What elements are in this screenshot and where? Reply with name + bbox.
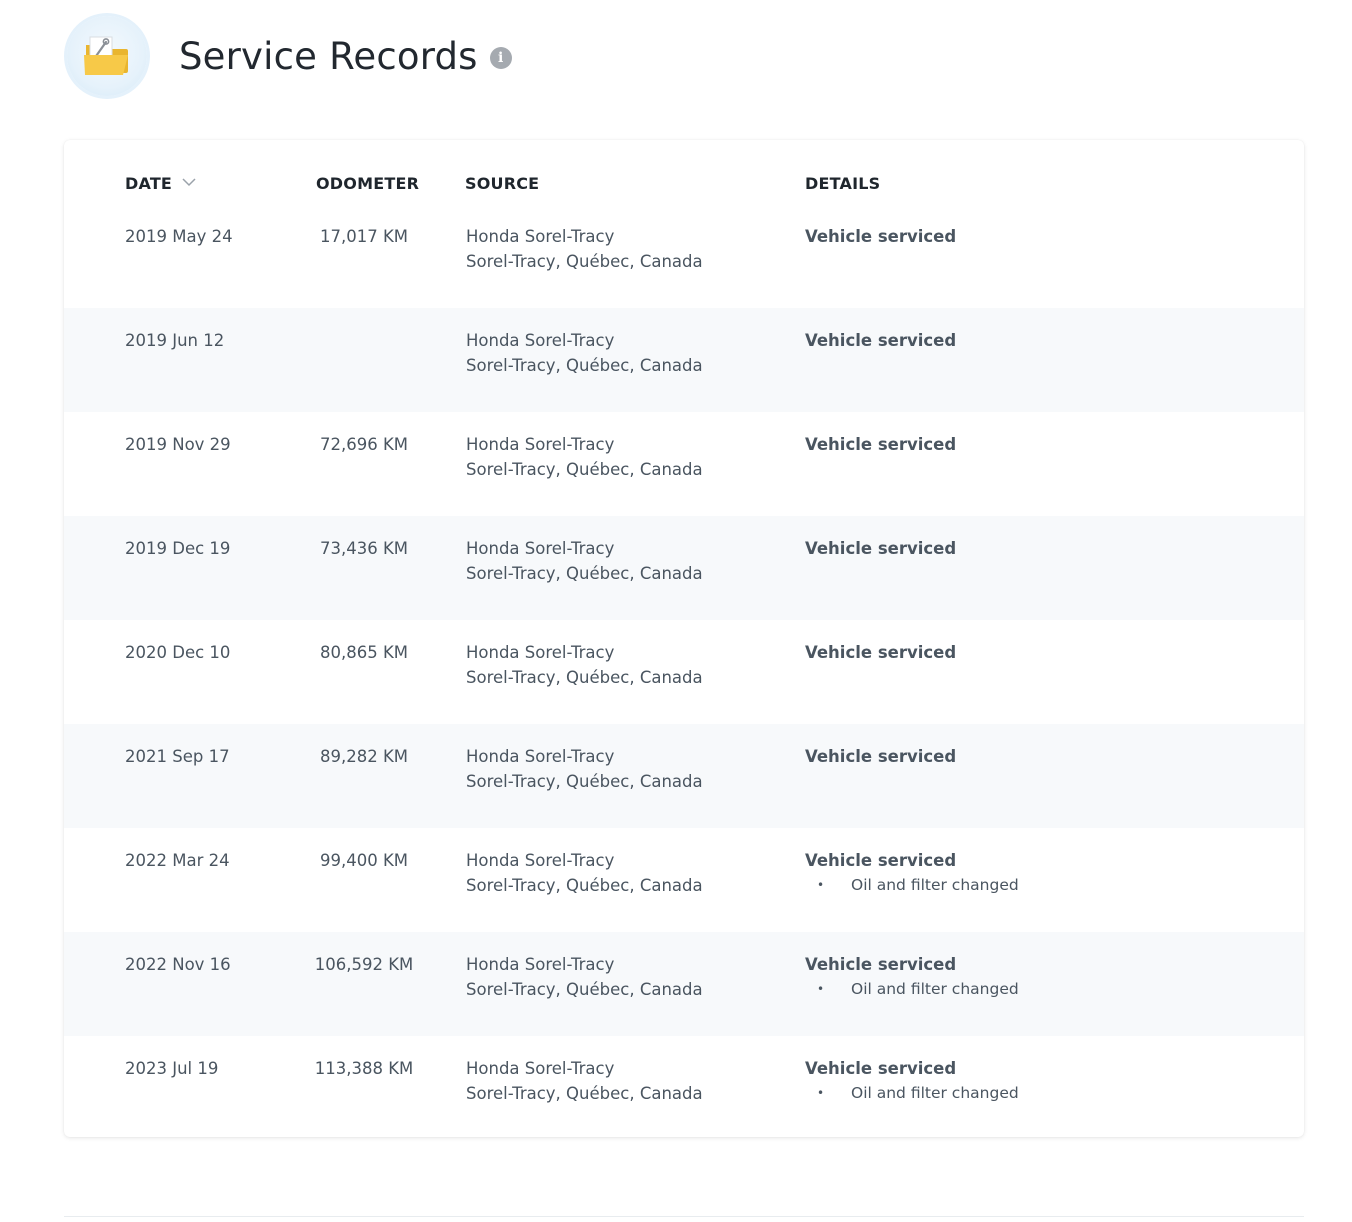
row-date: 2019 Dec 19 [125,539,231,558]
row-odometer: 72,696 KM [319,435,409,454]
row-date: 2023 Jul 19 [125,1059,219,1078]
row-source: Honda Sorel-Tracy Sorel-Tracy, Québec, Ca… [466,848,703,898]
row-date: 2021 Sep 17 [125,747,230,766]
table-row: 2019 Jun 12 Honda Sorel-Tracy Sorel-Tracy,… [64,308,1304,412]
column-header-details: DETAILS [805,174,881,193]
detail-item: • Oil and filter changed [805,1081,1019,1105]
row-odometer: 80,865 KM [319,643,409,662]
source-name: Honda Sorel-Tracy [466,227,615,246]
table-row: 2023 Jul 19 113,388 KM Honda Sorel-Tracy So… [64,1036,1304,1137]
folder-wrench-icon [67,16,147,96]
source-location: Sorel-Tracy, Québec, Canada [466,980,703,999]
detail-item-text: Oil and filter changed [851,876,1019,894]
row-source: Honda Sorel-Tracy Sorel-Tracy, Québec, Ca… [466,328,703,378]
detail-title: Vehicle serviced [805,851,957,870]
source-location: Sorel-Tracy, Québec, Canada [466,252,703,271]
bullet-icon: • [817,982,825,996]
detail-item-text: Oil and filter changed [851,980,1019,998]
info-icon[interactable]: i [489,47,512,69]
table-row: 2019 Dec 19 73,436 KM Honda Sorel-Tracy Sor… [64,516,1304,620]
detail-title: Vehicle serviced [805,331,957,350]
divider [64,1216,1304,1217]
row-source: Honda Sorel-Tracy Sorel-Tracy, Québec, Ca… [466,640,703,690]
source-name: Honda Sorel-Tracy [466,643,615,662]
row-date: 2022 Mar 24 [125,851,230,870]
detail-title: Vehicle serviced [805,435,957,454]
row-details: Vehicle serviced [805,744,956,769]
row-details: Vehicle serviced [805,536,956,561]
row-odometer: 113,388 KM [314,1059,414,1078]
row-odometer: 73,436 KM [319,539,409,558]
row-details: Vehicle serviced [805,224,956,249]
bullet-icon: • [817,1086,825,1100]
row-details: Vehicle serviced • Oil and filter changed [805,1056,1019,1105]
source-name: Honda Sorel-Tracy [466,955,615,974]
row-odometer: 106,592 KM [314,955,414,974]
row-source: Honda Sorel-Tracy Sorel-Tracy, Québec, Ca… [466,1056,703,1106]
column-header-date-label: DATE [125,174,173,193]
row-source: Honda Sorel-Tracy Sorel-Tracy, Québec, Ca… [466,536,703,586]
section-header: Service Records i [67,16,512,96]
source-location: Sorel-Tracy, Québec, Canada [466,668,703,687]
row-source: Honda Sorel-Tracy Sorel-Tracy, Québec, Ca… [466,224,703,274]
table-row: 2020 Dec 10 80,865 KM Honda Sorel-Tracy Sor… [64,620,1304,724]
detail-item: • Oil and filter changed [805,873,1019,897]
source-name: Honda Sorel-Tracy [466,539,615,558]
source-name: Honda Sorel-Tracy [466,851,615,870]
row-date: 2019 Jun 12 [125,331,225,350]
detail-title: Vehicle serviced [805,643,957,662]
bullet-icon: • [817,878,825,892]
row-source: Honda Sorel-Tracy Sorel-Tracy, Québec, Ca… [466,952,703,1002]
row-date: 2019 Nov 29 [125,435,231,454]
column-header-odometer: ODOMETER [316,174,420,193]
source-name: Honda Sorel-Tracy [466,747,615,766]
source-location: Sorel-Tracy, Québec, Canada [466,460,703,479]
row-details: Vehicle serviced • Oil and filter changed [805,848,1019,897]
row-source: Honda Sorel-Tracy Sorel-Tracy, Québec, Ca… [466,432,703,482]
source-location: Sorel-Tracy, Québec, Canada [466,772,703,791]
source-location: Sorel-Tracy, Québec, Canada [466,876,703,895]
detail-title: Vehicle serviced [805,539,957,558]
row-source: Honda Sorel-Tracy Sorel-Tracy, Québec, Ca… [466,744,703,794]
table-header: DATE ODOMETER SOURCE DETAILS [64,140,1304,204]
row-odometer: 99,400 KM [319,851,409,870]
detail-title: Vehicle serviced [805,747,957,766]
source-location: Sorel-Tracy, Québec, Canada [466,564,703,583]
table-row: 2019 May 24 17,017 KM Honda Sorel-Tracy Sor… [64,204,1304,308]
row-details: Vehicle serviced • Oil and filter changed [805,952,1019,1001]
source-name: Honda Sorel-Tracy [466,331,615,350]
row-details: Vehicle serviced [805,432,956,457]
row-details: Vehicle serviced [805,328,956,353]
row-date: 2022 Nov 16 [125,955,231,974]
column-header-source: SOURCE [465,174,540,193]
source-name: Honda Sorel-Tracy [466,435,615,454]
source-name: Honda Sorel-Tracy [466,1059,615,1078]
table-row: 2021 Sep 17 89,282 KM Honda Sorel-Tracy Sor… [64,724,1304,828]
detail-title: Vehicle serviced [805,1059,957,1078]
detail-title: Vehicle serviced [805,227,957,246]
table-row: 2022 Mar 24 99,400 KM Honda Sorel-Tracy Sor… [64,828,1304,932]
service-records-table: DATE ODOMETER SOURCE DETAILS 2019 May 24… [64,140,1304,1137]
table-body: 2019 May 24 17,017 KM Honda Sorel-Tracy Sor… [64,204,1304,1137]
table-row: 2022 Nov 16 106,592 KM Honda Sorel-Tracy So… [64,932,1304,1036]
row-odometer: 17,017 KM [319,227,409,246]
source-location: Sorel-Tracy, Québec, Canada [466,1084,703,1103]
detail-item: • Oil and filter changed [805,977,1019,1001]
page-title: Service Records [179,34,478,78]
table-row: 2019 Nov 29 72,696 KM Honda Sorel-Tracy Sor… [64,412,1304,516]
row-date: 2019 May 24 [125,227,233,246]
detail-title: Vehicle serviced [805,955,957,974]
row-date: 2020 Dec 10 [125,643,231,662]
row-odometer: 89,282 KM [319,747,409,766]
row-details: Vehicle serviced [805,640,956,665]
detail-item-text: Oil and filter changed [851,1084,1019,1102]
chevron-down-icon [182,178,196,187]
source-location: Sorel-Tracy, Québec, Canada [466,356,703,375]
column-header-date[interactable]: DATE [125,174,196,193]
